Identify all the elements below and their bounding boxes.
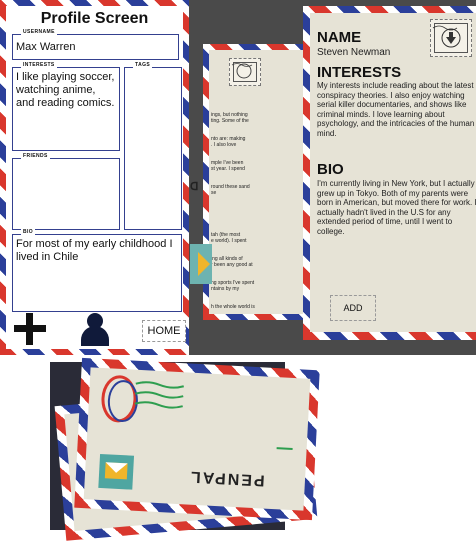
profile-card: NAME Steven Newman INTERESTS My interest… [303,6,476,340]
add-icon[interactable] [14,313,46,345]
envelope-front: PENPAL [74,357,320,521]
username-label: USERNAME [21,29,57,35]
username-field[interactable]: USERNAME Max Warren [12,29,179,60]
partial-logo-icon: ᗡ [190,181,199,193]
envelope-stamp-icon [98,453,135,490]
friends-field[interactable]: FRIENDS [12,153,120,230]
interests-heading: INTERESTS [317,64,402,81]
stamp-icon [229,58,261,86]
mini-envelope-icon [190,244,212,284]
username-value: Max Warren [16,41,76,53]
partial-text-top: ings, but nothing ting. Some of the nto a… [211,112,250,196]
bio-heading: BIO [317,161,344,178]
tags-field[interactable]: TAGS [124,62,182,230]
bio-value: For most of my early childhood I lived i… [16,238,173,263]
name-value: Steven Newman [317,47,391,58]
postmark-icon [101,375,185,423]
interests-text: My interests include reading about the l… [317,81,475,138]
profile-screen-panel: Profile Screen USERNAME Max Warren INTER… [6,6,183,349]
home-button[interactable]: HOME [142,320,186,342]
bio-text: I'm currently living in New York, but I … [317,179,476,236]
profile-screen: Profile Screen USERNAME Max Warren INTER… [0,0,189,355]
profile-card-panel: NAME Steven Newman INTERESTS My interest… [310,13,476,332]
friends-label: FRIENDS [21,153,50,159]
postmark-icon [231,63,253,79]
interests-field[interactable]: INTERESTS I like playing soccer, watchin… [12,62,120,151]
bio-label: BIO [21,229,36,235]
tags-label: TAGS [133,62,153,68]
partial-profile-card: ings, but nothing ting. Some of the nto a… [203,44,303,320]
envelope-panel: PENPAL [83,367,311,511]
interests-value: I like playing soccer, watching anime, a… [16,71,115,109]
postmark-icon [432,25,461,48]
name-heading: NAME [317,29,362,46]
page-title: Profile Screen [40,10,149,27]
bio-field[interactable]: BIO For most of my early childhood I liv… [12,229,182,312]
interests-label: INTERESTS [21,62,57,68]
partial-text-bottom: tah (the most e world). I spent ing all k… [211,232,255,310]
stamp-icon [430,19,472,57]
profile-icon-body[interactable] [81,326,109,346]
partial-card-panel: ings, but nothing ting. Some of the nto a… [209,50,303,314]
add-button[interactable]: ADD [330,295,376,321]
